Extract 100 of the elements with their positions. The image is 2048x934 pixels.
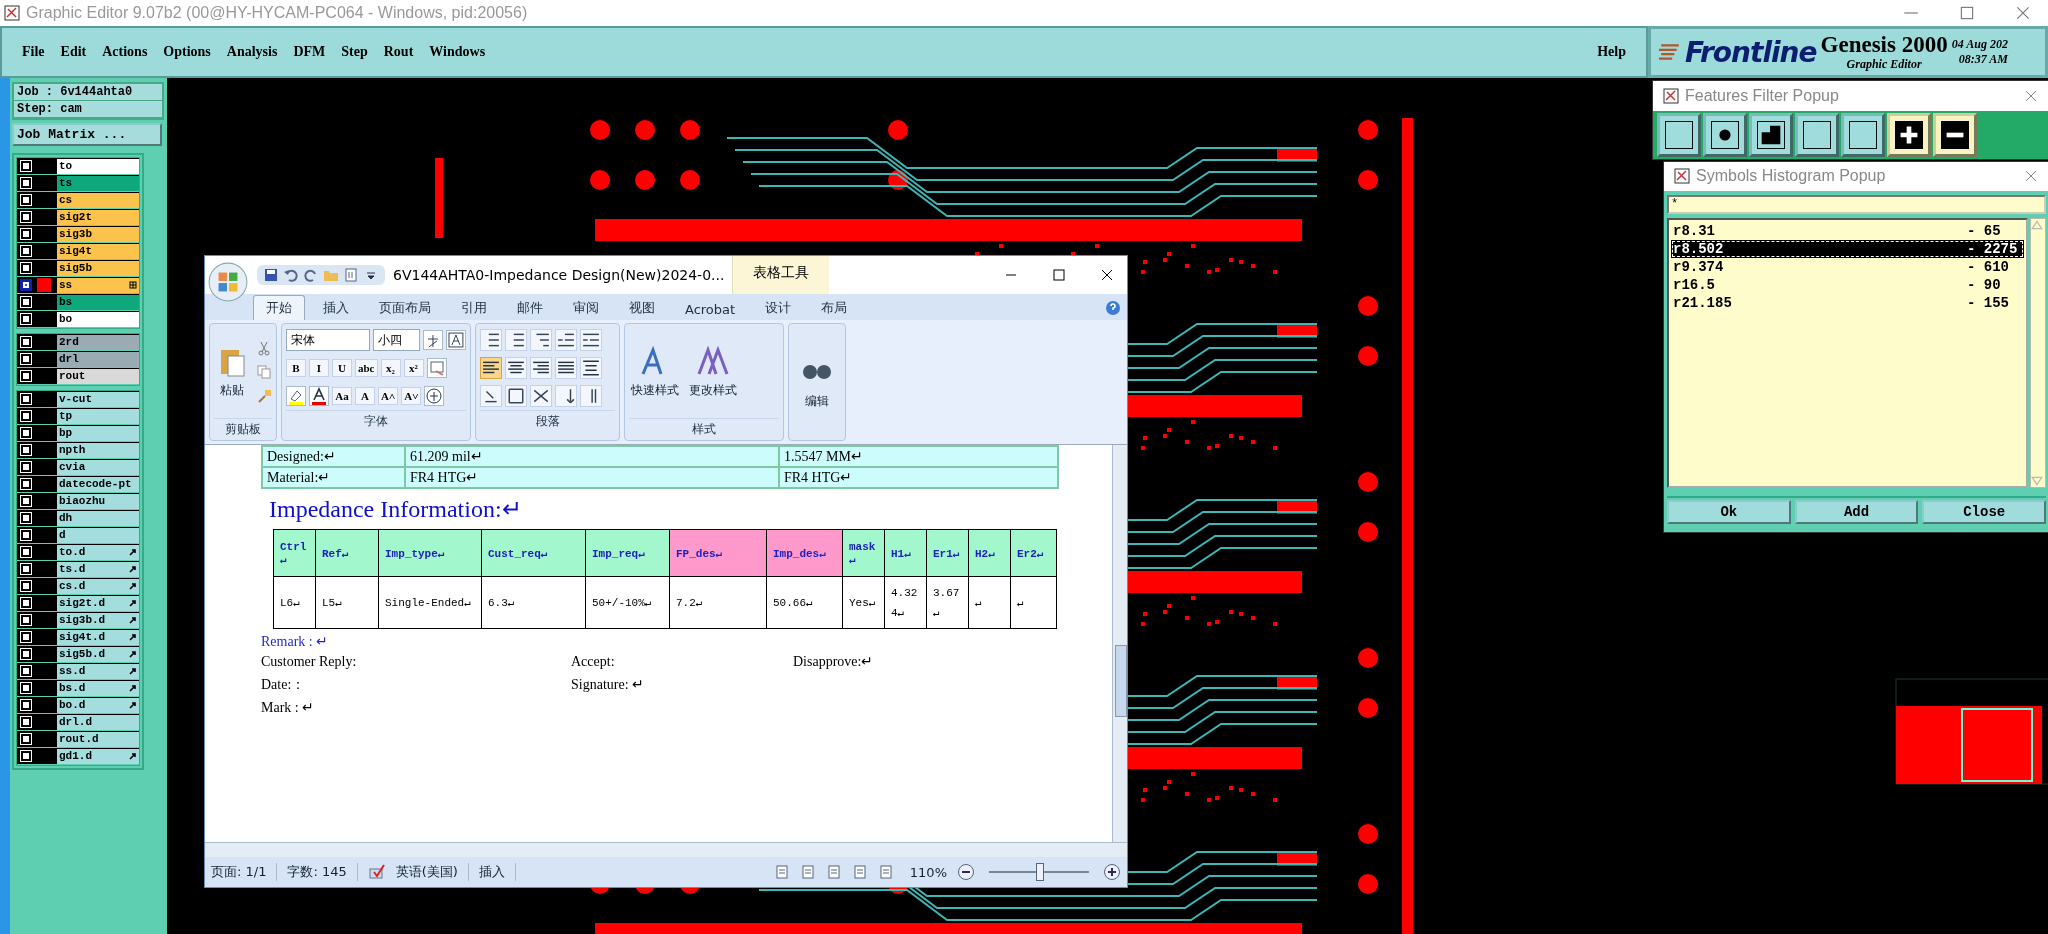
layer-checkbox[interactable] xyxy=(21,297,31,307)
highlight-icon[interactable] xyxy=(286,386,306,406)
layer-name[interactable]: dh xyxy=(57,510,139,526)
format-button[interactable]: abc xyxy=(355,359,378,377)
layer-name[interactable]: sig5b xyxy=(57,260,139,276)
dialog-button[interactable]: Ok xyxy=(1667,500,1791,524)
layer-checkbox[interactable] xyxy=(21,717,31,727)
format-button[interactable]: B xyxy=(286,359,306,377)
redo-icon[interactable] xyxy=(303,267,319,283)
office-button-icon[interactable] xyxy=(207,261,249,303)
phonetic-guide-icon[interactable] xyxy=(423,330,444,350)
list-format-icon[interactable] xyxy=(505,329,527,351)
layer-checkbox[interactable] xyxy=(21,246,31,256)
paragraph-tool-icon[interactable] xyxy=(580,385,602,407)
list-format-icon[interactable] xyxy=(480,329,502,351)
layer-name[interactable]: sig3b.d xyxy=(57,612,139,628)
align-icon[interactable] xyxy=(530,357,552,379)
layer-name[interactable]: 2rd xyxy=(57,334,139,350)
layer-name[interactable]: datecode-pt xyxy=(57,476,139,492)
list-format-icon[interactable] xyxy=(580,329,602,351)
zoom-in-icon[interactable] xyxy=(1103,863,1121,881)
layer-checkbox[interactable] xyxy=(21,547,31,557)
menu-item[interactable]: DFM xyxy=(287,42,332,62)
layer-checkbox[interactable] xyxy=(21,496,31,506)
job-matrix-button[interactable]: Job Matrix ... xyxy=(12,123,162,146)
feature-type-button[interactable] xyxy=(1657,113,1701,157)
horizontal-scrollbar[interactable] xyxy=(205,842,1127,857)
help-icon[interactable] xyxy=(1105,300,1121,316)
layer-name[interactable]: ss.d xyxy=(57,663,139,679)
symbol-row[interactable]: r9.374 - 610 xyxy=(1671,258,2024,277)
layer-checkbox[interactable] xyxy=(21,513,31,523)
help-menu[interactable]: Help xyxy=(1591,42,1632,62)
font-size-field[interactable]: 小四 xyxy=(372,329,421,351)
paragraph-tool-icon[interactable] xyxy=(530,385,552,407)
layer-checkbox[interactable] xyxy=(21,280,31,290)
menu-item[interactable]: Options xyxy=(157,42,217,62)
layer-checkbox[interactable] xyxy=(21,314,31,324)
layer-checkbox[interactable] xyxy=(21,751,31,761)
slider-thumb[interactable] xyxy=(1036,863,1044,881)
quick-styles-button[interactable]: 快速样式 xyxy=(629,343,681,401)
layer-name[interactable]: sig3b xyxy=(57,226,139,242)
layer-name[interactable]: drl.d xyxy=(57,714,139,730)
maximize-icon[interactable] xyxy=(1958,4,1976,22)
ribbon-tab[interactable]: 开始 xyxy=(253,295,305,320)
menu-item[interactable]: Edit xyxy=(54,42,93,62)
layer-checkbox[interactable] xyxy=(21,530,31,540)
layer-checkbox[interactable] xyxy=(21,632,31,642)
layer-checkbox[interactable] xyxy=(21,263,31,273)
symbol-row[interactable]: r8.31 - 65 xyxy=(1671,222,2024,241)
align-icon[interactable] xyxy=(580,357,602,379)
ribbon-tab[interactable]: 布局 xyxy=(809,296,860,320)
layer-checkbox[interactable] xyxy=(21,462,31,472)
layer-checkbox[interactable] xyxy=(21,354,31,364)
font-color-icon[interactable] xyxy=(309,386,329,406)
format-button[interactable]: A xyxy=(355,387,375,405)
layer-checkbox[interactable] xyxy=(21,666,31,676)
dialog-button[interactable]: Close xyxy=(1922,500,2046,524)
menu-item[interactable]: Actions xyxy=(96,42,154,62)
change-styles-button[interactable]: 更改样式 xyxy=(687,343,739,401)
layer-checkbox[interactable] xyxy=(21,615,31,625)
layer-name[interactable]: sig4t.d xyxy=(57,629,139,645)
filter-field[interactable]: * xyxy=(1667,194,2046,215)
format-button[interactable]: I xyxy=(309,359,329,377)
ribbon-tab[interactable]: 邮件 xyxy=(505,296,555,320)
ribbon-tab[interactable]: Acrobat xyxy=(673,299,748,320)
list-format-icon[interactable] xyxy=(530,329,552,351)
zoom-out-icon[interactable] xyxy=(957,863,975,881)
layer-checkbox[interactable] xyxy=(21,683,31,693)
layer-checkbox[interactable] xyxy=(21,195,31,205)
layer-checkbox[interactable] xyxy=(21,581,31,591)
layer-name[interactable]: rout.d xyxy=(57,731,139,747)
layer-name[interactable]: sig5b.d xyxy=(57,646,139,662)
layer-checkbox[interactable] xyxy=(21,479,31,489)
layer-name[interactable]: bs xyxy=(57,294,139,310)
format-button[interactable]: A˄ xyxy=(378,387,399,405)
format-button[interactable]: A˅ xyxy=(401,387,422,405)
menu-item[interactable]: File xyxy=(16,42,51,62)
layer-name[interactable]: to.d xyxy=(57,544,139,560)
enclosed-character-icon[interactable] xyxy=(424,386,445,406)
layer-name[interactable]: npth xyxy=(57,442,139,458)
layer-checkbox[interactable] xyxy=(21,445,31,455)
format-button[interactable]: x₂ xyxy=(380,359,401,377)
feature-type-button[interactable] xyxy=(1749,113,1793,157)
dialog-button[interactable]: Add xyxy=(1794,500,1919,524)
symbol-row[interactable]: r8.502 - 2275 xyxy=(1671,240,2024,259)
menu-item[interactable]: Windows xyxy=(423,42,492,62)
layer-checkbox[interactable] xyxy=(21,394,31,404)
paragraph-tool-icon[interactable] xyxy=(555,385,577,407)
format-button[interactable]: Aa xyxy=(332,387,352,405)
layer-name[interactable]: ts.d xyxy=(57,561,139,577)
layer-name[interactable]: tp xyxy=(57,408,139,424)
layer-checkbox[interactable] xyxy=(21,564,31,574)
save-icon[interactable] xyxy=(263,267,279,283)
layer-name[interactable]: biaozhu xyxy=(57,493,139,509)
layer-checkbox[interactable] xyxy=(21,161,31,171)
ribbon-tab[interactable]: 设计 xyxy=(753,296,804,320)
language-status[interactable]: 英语(美国) xyxy=(395,863,469,881)
feature-type-button[interactable] xyxy=(1933,113,1977,157)
insert-mode-status[interactable]: 插入 xyxy=(478,863,516,881)
layer-name[interactable]: ss xyxy=(57,277,139,293)
